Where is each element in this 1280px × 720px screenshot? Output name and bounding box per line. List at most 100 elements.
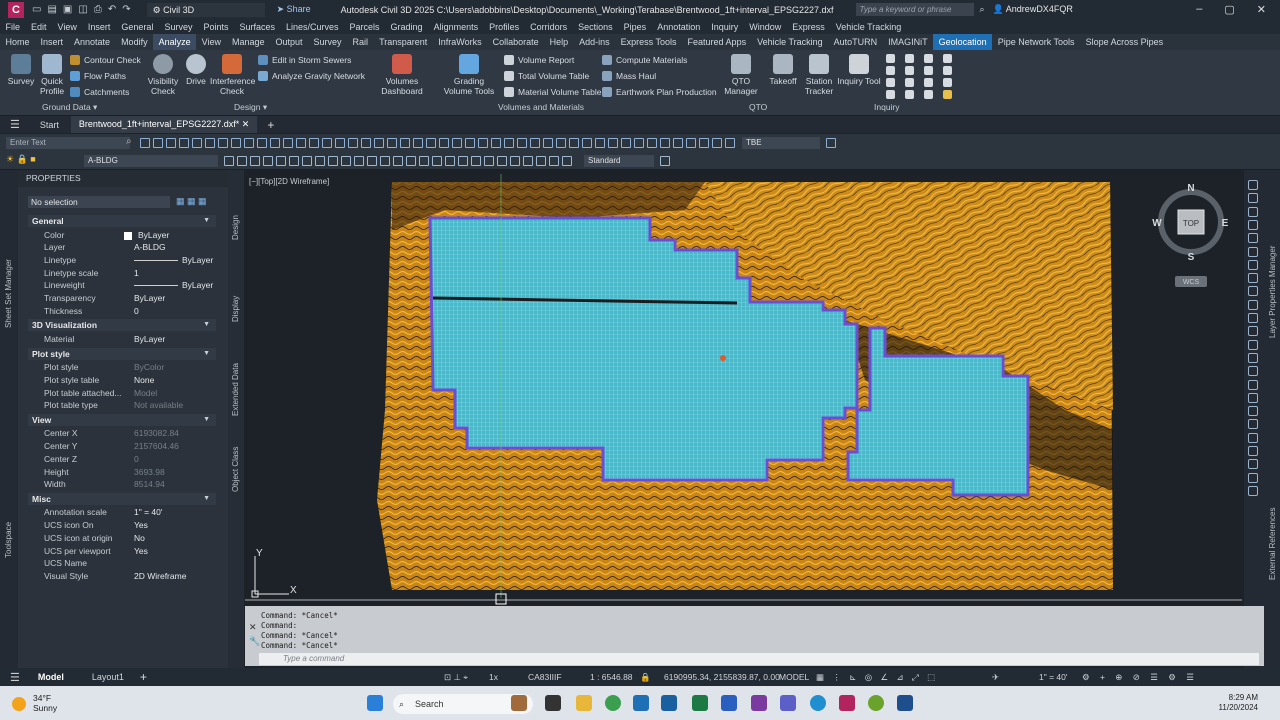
toolbar-tool-icon[interactable] [465, 138, 475, 148]
minimize-icon[interactable]: – [1196, 3, 1202, 16]
menu-surfaces[interactable]: Surfaces [234, 22, 281, 32]
toolbar-tool-icon[interactable] [439, 138, 449, 148]
palette-tool-icon[interactable] [1248, 219, 1258, 230]
inquiry-tool-icon[interactable] [943, 66, 952, 75]
toolbar-tool-icon[interactable] [283, 138, 293, 148]
toolbar-tool-icon[interactable] [367, 156, 377, 166]
tab-featured-apps[interactable]: Featured Apps [682, 34, 752, 50]
palette-tool-icon[interactable] [1248, 246, 1258, 257]
extended-data-tab[interactable]: Extended Data [231, 363, 240, 416]
catchments-button[interactable]: Catchments [70, 87, 129, 97]
property-row[interactable]: Visual Style 2D Wireframe [28, 570, 216, 583]
undo-icon[interactable]: ↶ [108, 4, 116, 15]
close-icon[interactable]: ✕ [1257, 3, 1266, 16]
material-volume-table-button[interactable]: Material Volume Table [504, 87, 601, 97]
property-row[interactable]: UCS icon On Yes [28, 519, 216, 532]
tab-help[interactable]: Help [544, 34, 574, 50]
layout1-tab[interactable]: Layout1 [92, 672, 124, 682]
tab-manage[interactable]: Manage [226, 34, 270, 50]
menu-pipes[interactable]: Pipes [618, 22, 652, 32]
toolbar-tool-icon[interactable] [432, 156, 442, 166]
chrome-icon[interactable] [605, 695, 621, 711]
toolbar-tool-icon[interactable] [257, 138, 267, 148]
palette-tool-icon[interactable] [1248, 180, 1258, 190]
inquiry-tool-icon[interactable] [886, 78, 895, 87]
tab-infraworks[interactable]: InfraWorks [433, 34, 487, 50]
toolbar-tool-icon[interactable] [179, 138, 189, 148]
toolbar-tool-icon[interactable] [569, 138, 579, 148]
toolbar-tool-icon[interactable] [686, 138, 696, 148]
palette-tool-icon[interactable] [1248, 472, 1258, 483]
layout-menu-icon[interactable]: ☰ [10, 671, 20, 684]
collapse-icon[interactable]: ▼ [203, 414, 210, 426]
maximize-icon[interactable]: ▢ [1224, 3, 1234, 16]
inquiry-tool-icon[interactable] [905, 78, 914, 87]
menu-file[interactable]: File [0, 22, 26, 32]
drawing-viewport[interactable]: [−][Top][2D Wireframe] Y X TOP N S E W W… [245, 170, 1242, 606]
palette-tool-icon[interactable] [1248, 299, 1258, 310]
palette-tool-icon[interactable] [1248, 206, 1258, 217]
mass-haul-button[interactable]: Mass Haul [602, 71, 656, 81]
section-plot-style[interactable]: Plot style ▼ [28, 347, 216, 360]
takeoff-button[interactable]: Takeoff [768, 54, 798, 86]
toolbar-tool-icon[interactable] [406, 156, 416, 166]
compass-east[interactable]: E [1222, 218, 1229, 229]
print-icon[interactable]: ⎙ [94, 4, 102, 15]
layer-properties-manager-tab[interactable]: Layer Properties Manager [1268, 246, 1277, 339]
palette-tool-icon[interactable] [1248, 419, 1258, 430]
palette-tool-icon[interactable] [1248, 286, 1258, 297]
toolbar-tool-icon[interactable] [660, 156, 670, 166]
task-view-icon[interactable] [511, 695, 527, 711]
menu-survey[interactable]: Survey [159, 22, 198, 32]
inquiry-tool-icon[interactable] [924, 54, 933, 63]
survey-button[interactable]: Survey [6, 54, 36, 86]
toolbar-tool-icon[interactable] [712, 138, 722, 148]
weather-sun-icon[interactable] [12, 697, 26, 711]
toolbar-tool-icon[interactable] [192, 138, 202, 148]
toolbar-tool-icon[interactable] [231, 138, 241, 148]
drive-button[interactable]: Drive [182, 54, 210, 86]
toolbar-tool-icon[interactable] [224, 156, 234, 166]
viewcube[interactable]: TOP N S E W WCS [1152, 183, 1229, 287]
toolbar-tool-icon[interactable] [419, 156, 429, 166]
inquiry-tool-icon[interactable] [943, 78, 952, 87]
inquiry-tool-button[interactable]: Inquiry Tool [836, 54, 882, 86]
property-row[interactable]: UCS Name [28, 557, 216, 570]
toolbar-tool-icon[interactable] [244, 138, 254, 148]
volumes-dashboard-button[interactable]: Volumes Dashboard [366, 54, 438, 96]
palette-tool-icon[interactable] [1248, 406, 1258, 417]
tab-insert[interactable]: Insert [35, 34, 69, 50]
design-panel-title[interactable]: Design ▾ [234, 102, 267, 113]
toolbar-tool-icon[interactable] [276, 156, 286, 166]
toolbar-tool-icon[interactable] [335, 138, 345, 148]
toolbar-tool-icon[interactable] [562, 156, 572, 166]
coordinate-system[interactable]: CA83IIIF [528, 672, 562, 682]
compass-south[interactable]: S [1188, 252, 1195, 263]
menu-inquiry[interactable]: Inquiry [706, 22, 744, 32]
toolbar-tool-icon[interactable] [426, 138, 436, 148]
property-row[interactable]: Plot style ByColor [28, 361, 216, 374]
toolbar-tool-icon[interactable] [289, 156, 299, 166]
toolbar-tool-icon[interactable] [296, 138, 306, 148]
tab-add-ins[interactable]: Add-ins [574, 34, 616, 50]
quick-select-icon[interactable]: ▦ ▦ ▦ [176, 196, 207, 207]
scale-factor[interactable]: 1x [489, 672, 498, 682]
qto-manager-button[interactable]: QTO Manager [716, 54, 766, 96]
teams-icon[interactable] [780, 695, 796, 711]
layer-state-icon[interactable]: ☀ 🔒 ■ [6, 154, 36, 165]
photos-icon[interactable] [661, 695, 677, 711]
enter-text-input[interactable]: Enter Text [6, 137, 130, 149]
redo-icon[interactable]: ↷ [122, 4, 130, 15]
toolbar-tool-icon[interactable] [322, 138, 332, 148]
section-general[interactable]: General ▼ [28, 215, 216, 227]
property-row[interactable]: UCS icon at origin No [28, 532, 216, 545]
menu-corridors[interactable]: Corridors [525, 22, 573, 32]
start-menu-icon[interactable] [367, 695, 383, 711]
interference-check-button[interactable]: Interference Check [210, 54, 255, 96]
menu-grading[interactable]: Grading [385, 22, 428, 32]
terminal-icon[interactable] [545, 695, 561, 711]
contour-check-button[interactable]: Contour Check [70, 55, 141, 65]
inquiry-tool-icon[interactable] [886, 66, 895, 75]
property-row[interactable]: Lineweight ByLayer [28, 279, 216, 292]
property-row[interactable]: Linetype scale 1 [28, 267, 216, 280]
